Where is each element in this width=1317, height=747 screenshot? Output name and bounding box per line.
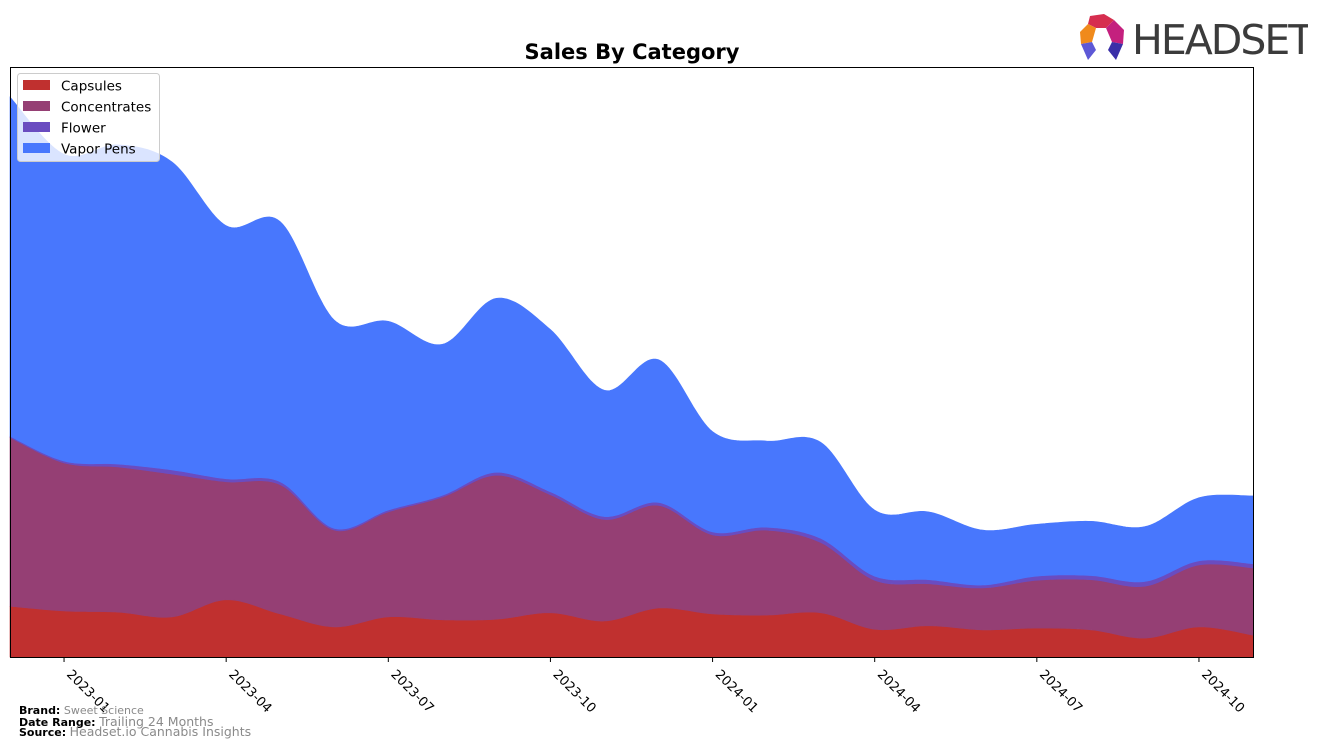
x-axis: 2023-01 2023-04 2023-07 2023-10 2024-01 2024-… [63, 657, 1247, 716]
legend-label-capsules: Capsules [61, 79, 122, 95]
footer-source: Source: Headset.io Cannabis Insights [19, 724, 252, 739]
headset-logo-icon [1080, 14, 1124, 60]
footer-source-value: Headset.io Cannabis Insights [69, 724, 252, 739]
legend-swatch-flower [23, 122, 50, 132]
legend-label-concentrates: Concentrates [61, 100, 151, 116]
x-tick-label: 2023-07 [387, 667, 436, 716]
legend-swatch-capsules [23, 80, 50, 90]
legend: Capsules Concentrates Flower Vapor Pens [17, 73, 160, 162]
legend-swatch-concentrates [23, 101, 50, 111]
x-tick-label: 2023-04 [225, 667, 274, 716]
headset-logo: HEADSET [1080, 14, 1308, 64]
legend-label-flower: Flower [61, 121, 106, 137]
sales-by-category-chart: Sales By Category 2023-01 2023-04 2023-07 2… [9, 40, 1254, 716]
legend-swatch-vapor-pens [23, 143, 50, 153]
legend-label-vapor-pens: Vapor Pens [61, 142, 136, 158]
stacked-areas [9, 96, 1254, 658]
x-tick-label: 2024-04 [874, 667, 923, 716]
x-tick-label: 2024-10 [1198, 667, 1247, 716]
chart-title: Sales By Category [525, 40, 740, 64]
x-tick-label: 2023-10 [550, 667, 599, 716]
x-tick-label: 2024-01 [712, 667, 761, 716]
footer-source-label: Source: [19, 726, 67, 739]
headset-logo-text: HEADSET [1132, 16, 1308, 64]
x-tick-label: 2024-07 [1036, 667, 1085, 716]
